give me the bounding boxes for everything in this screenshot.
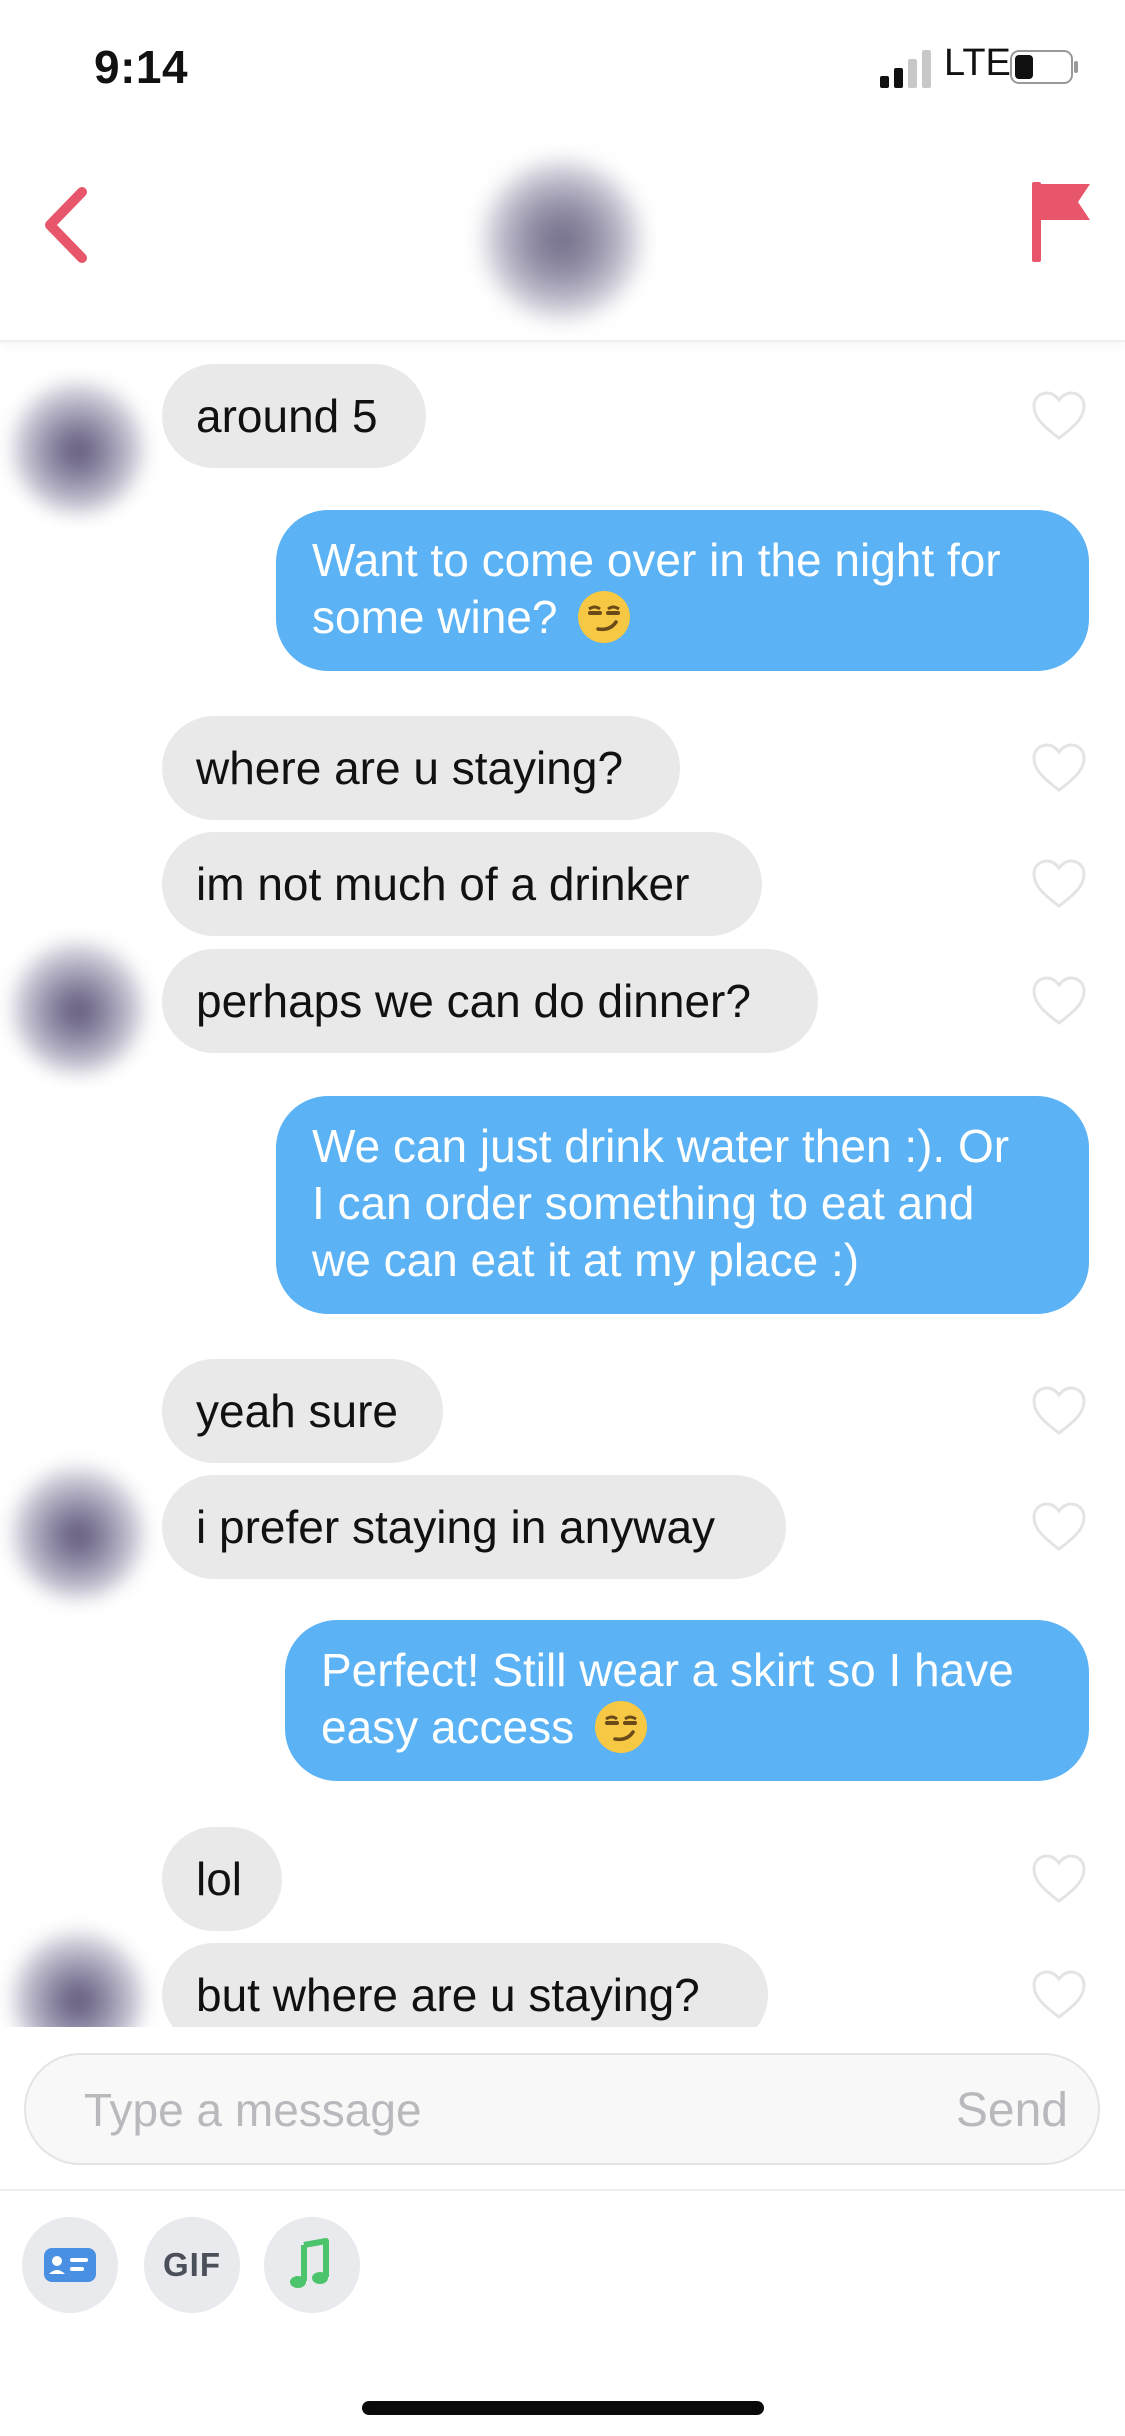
sender-avatar[interactable] bbox=[12, 942, 144, 1074]
incoming-message: around 5 bbox=[162, 364, 426, 468]
chat-header bbox=[0, 140, 1125, 342]
network-label: LTE bbox=[944, 42, 1011, 84]
attachment-toolbar: GIF bbox=[0, 2191, 1125, 2436]
heart-icon[interactable] bbox=[1030, 1969, 1088, 2021]
flag-icon[interactable] bbox=[1026, 176, 1096, 266]
sender-avatar[interactable] bbox=[12, 1932, 144, 2027]
message-line: I can order something to eat and bbox=[312, 1177, 975, 1229]
sender-avatar[interactable] bbox=[12, 382, 144, 514]
match-avatar[interactable] bbox=[482, 160, 642, 320]
message-text: yeah sure bbox=[196, 1385, 399, 1437]
heart-icon[interactable] bbox=[1030, 1385, 1088, 1437]
outgoing-message: We can just drink water then :). Or I ca… bbox=[276, 1096, 1089, 1314]
contact-card-button[interactable] bbox=[22, 2217, 118, 2313]
music-note-icon bbox=[290, 2238, 329, 2288]
message-line: We can just drink water then :). Or bbox=[312, 1120, 1010, 1172]
message-text: but where are u staying? bbox=[196, 1969, 700, 2021]
status-time: 9:14 bbox=[94, 41, 189, 93]
sender-avatar[interactable] bbox=[12, 1467, 144, 1599]
message-text: around 5 bbox=[196, 390, 378, 442]
incoming-message: i prefer staying in anyway bbox=[162, 1475, 786, 1579]
message-input-wrapper: Send bbox=[24, 2053, 1100, 2165]
signal-icon bbox=[880, 50, 931, 88]
incoming-message: im not much of a drinker bbox=[162, 832, 762, 936]
message-text: perhaps we can do dinner? bbox=[196, 975, 751, 1027]
gif-button[interactable]: GIF bbox=[144, 2217, 240, 2313]
heart-icon[interactable] bbox=[1030, 1501, 1088, 1553]
incoming-message: perhaps we can do dinner? bbox=[162, 949, 818, 1053]
status-bar: 9:14 LTE bbox=[0, 0, 1125, 140]
message-text: im not much of a drinker bbox=[196, 858, 690, 910]
contact-card-icon bbox=[44, 2248, 96, 2282]
message-line: some wine? bbox=[312, 591, 558, 643]
back-chevron-icon[interactable] bbox=[36, 180, 96, 270]
message-list: around 5 Want to come over in the night … bbox=[0, 342, 1125, 2027]
heart-icon[interactable] bbox=[1030, 742, 1088, 794]
send-button[interactable]: Send bbox=[956, 2083, 1068, 2138]
heart-icon[interactable] bbox=[1030, 975, 1088, 1027]
heart-icon[interactable] bbox=[1030, 1853, 1088, 1905]
outgoing-message: Perfect! Still wear a skirt so I have ea… bbox=[285, 1620, 1089, 1781]
incoming-message: lol bbox=[162, 1827, 282, 1931]
home-indicator bbox=[362, 2401, 764, 2415]
incoming-message: but where are u staying? bbox=[162, 1943, 768, 2027]
message-text: i prefer staying in anyway bbox=[196, 1501, 716, 1553]
message-line: Perfect! Still wear a skirt so I have bbox=[321, 1644, 1014, 1696]
message-line: easy access bbox=[321, 1701, 575, 1753]
message-line: Want to come over in the night for bbox=[312, 534, 1001, 586]
message-text: where are u staying? bbox=[196, 742, 624, 794]
music-button[interactable] bbox=[264, 2217, 360, 2313]
outgoing-message: Want to come over in the night for some … bbox=[276, 510, 1089, 671]
message-input[interactable] bbox=[82, 2077, 906, 2143]
message-composer: Send bbox=[0, 2027, 1125, 2190]
heart-icon[interactable] bbox=[1030, 390, 1088, 442]
message-line: we can eat it at my place :) bbox=[312, 1234, 860, 1286]
smirk-emoji-icon bbox=[594, 1701, 647, 1753]
message-text: lol bbox=[196, 1853, 243, 1905]
incoming-message: yeah sure bbox=[162, 1359, 443, 1463]
heart-icon[interactable] bbox=[1030, 858, 1088, 910]
battery-icon bbox=[1010, 50, 1078, 84]
incoming-message: where are u staying? bbox=[162, 716, 680, 820]
smirk-emoji-icon bbox=[578, 591, 631, 643]
